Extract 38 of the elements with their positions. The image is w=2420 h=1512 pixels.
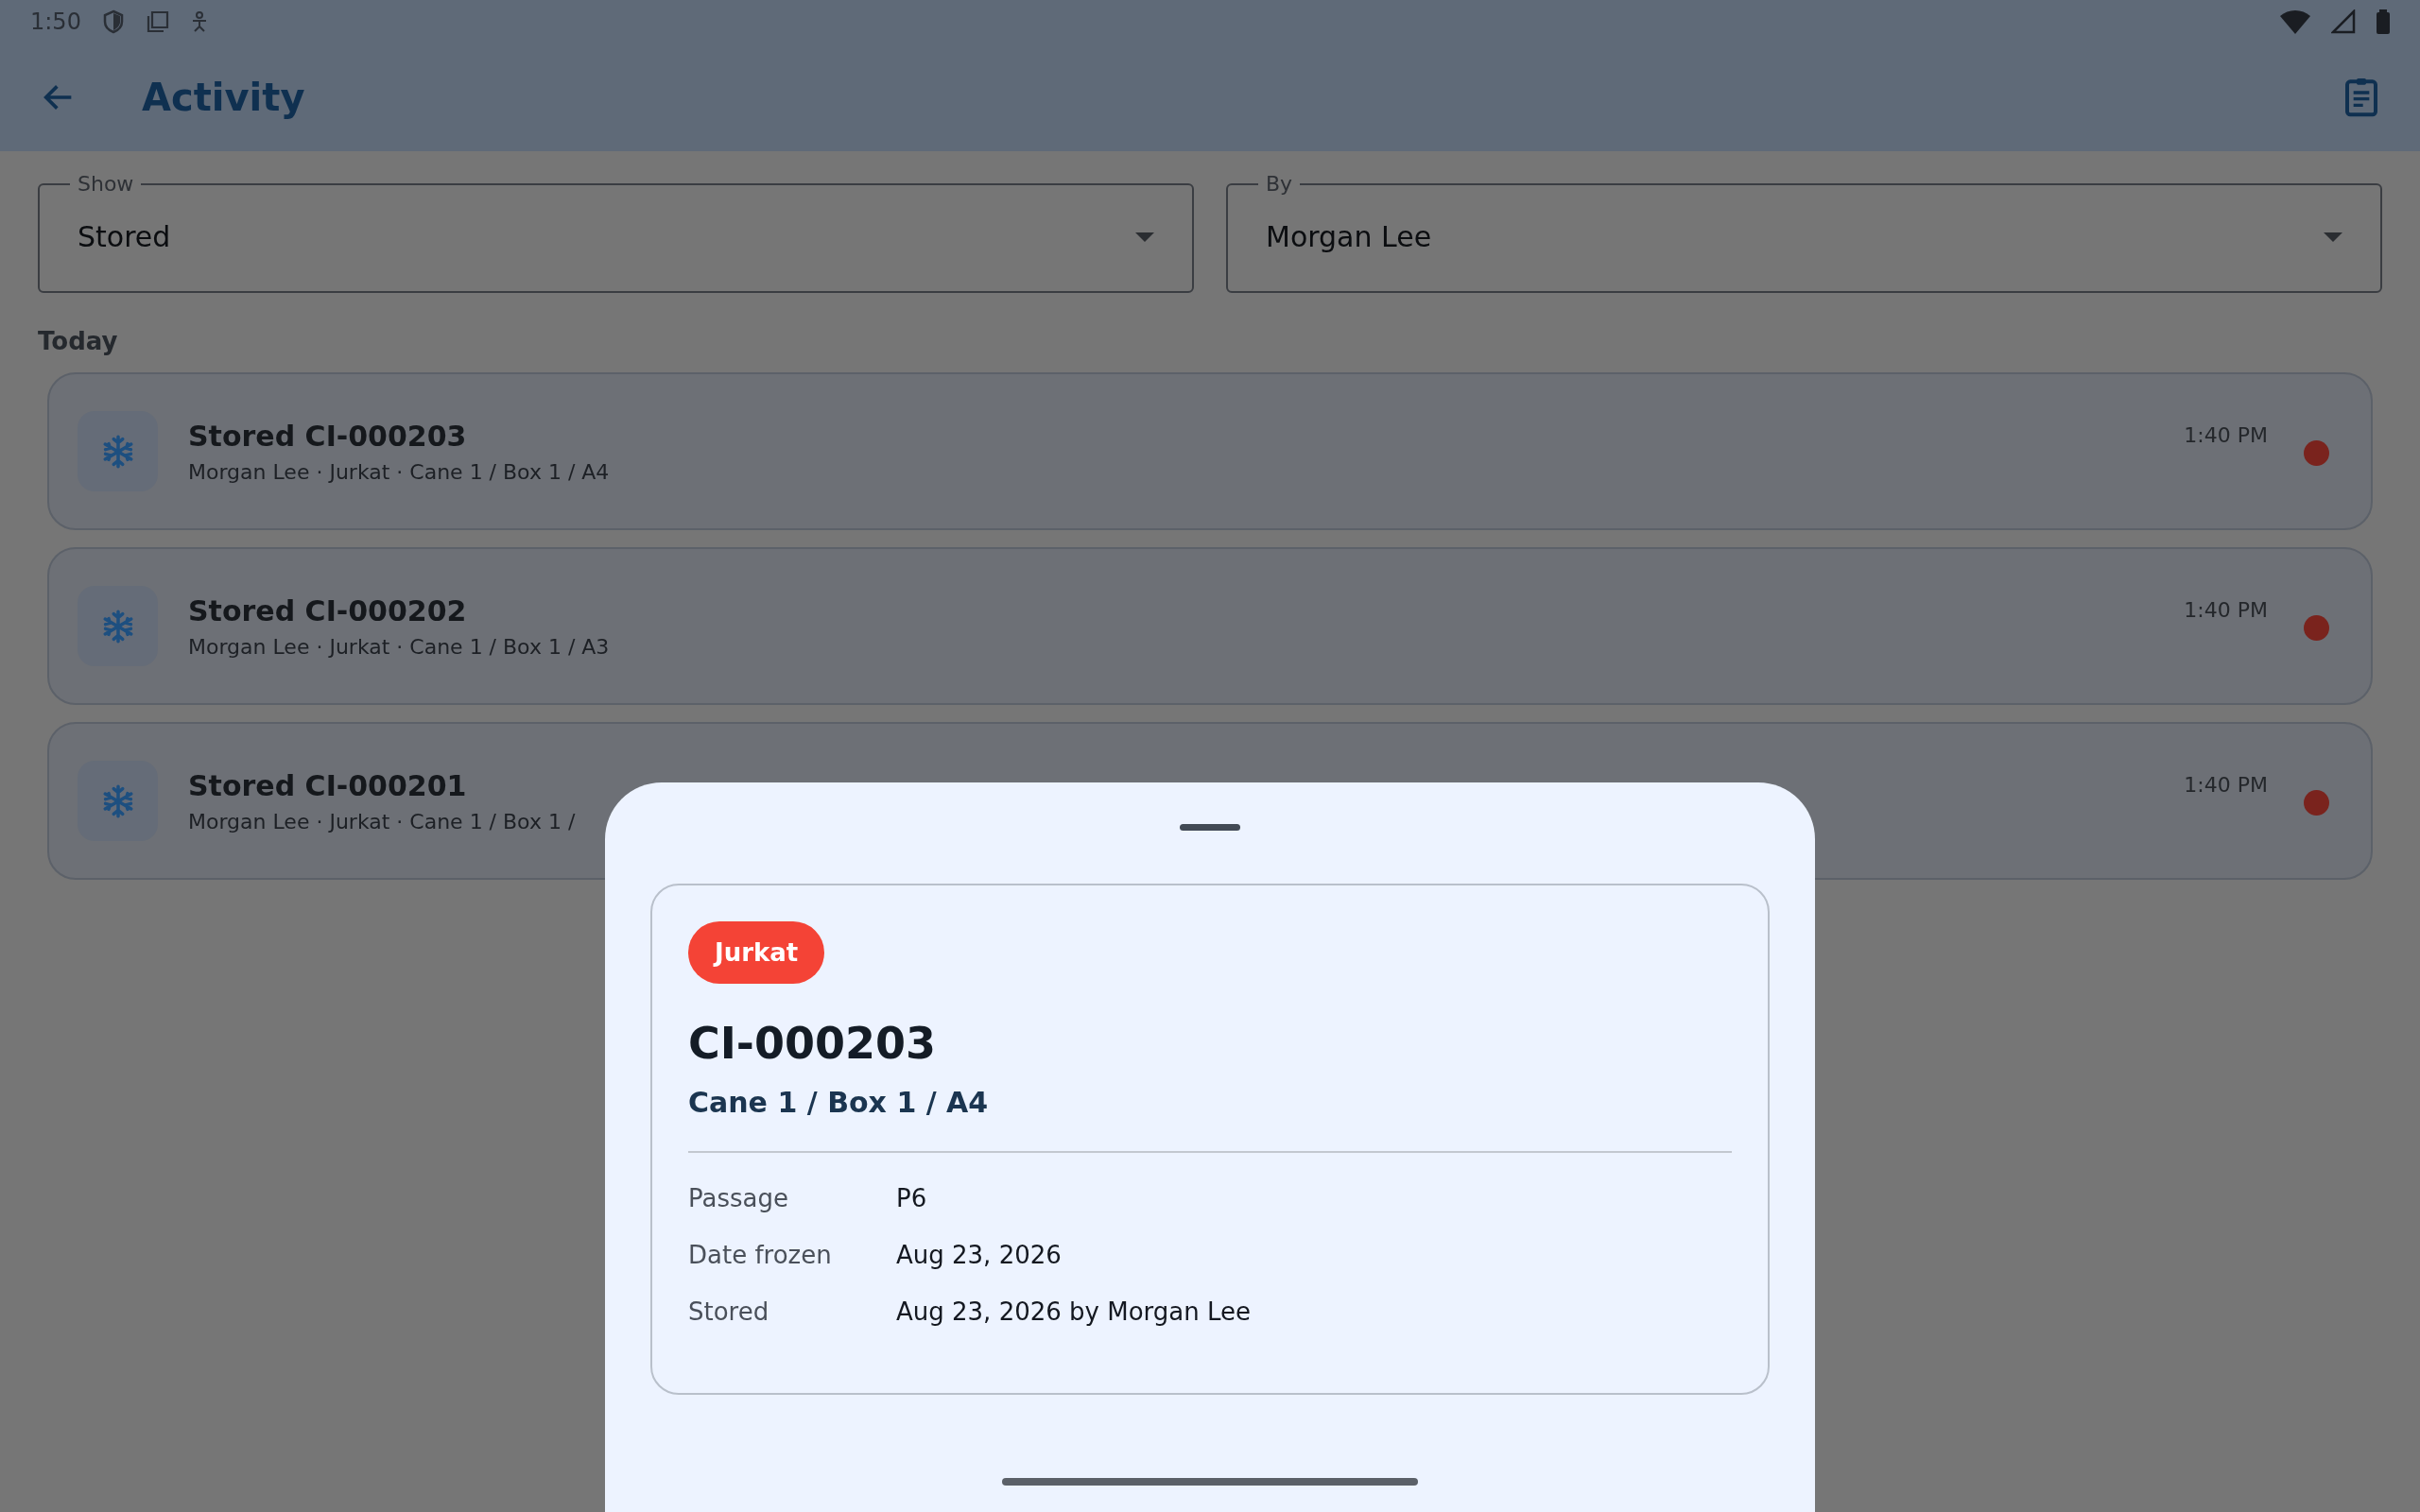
accessibility-icon [190, 9, 208, 33]
detail-value: P6 [896, 1184, 927, 1212]
detail-label: Date frozen [688, 1241, 833, 1269]
navigation-handle[interactable] [1002, 1478, 1418, 1486]
detail-value: Aug 23, 2026 by Morgan Lee [896, 1297, 1251, 1326]
field-label: By [1265, 172, 1294, 196]
detail-label: Passage [688, 1184, 789, 1212]
page-title: Activity [142, 75, 305, 119]
activity-details: Morgan Lee · Jurkat · Cane 1 / Box 1 / A4 [188, 459, 610, 484]
activity-time: 1:40 PM [2184, 423, 2268, 447]
clipboard-icon [2342, 76, 2380, 118]
signal-icon [2331, 9, 2356, 34]
battery-icon [2377, 9, 2390, 34]
dropdown-value: Stored [78, 220, 171, 253]
sample-id: CI-000203 [688, 1018, 937, 1069]
activity-title: Stored CI-000203 [188, 419, 467, 453]
detail-value: Aug 23, 2026 [896, 1241, 1062, 1269]
activity-details: Morgan Lee · Jurkat · Cane 1 / Box 1 / [188, 809, 576, 833]
status-time: 1:50 [30, 8, 81, 35]
shield-icon [101, 9, 125, 34]
activity-card[interactable]: Stored CI-000202 Morgan Lee · Jurkat · Cane 1 / Box 1 / A3 1:40 PM [47, 547, 2373, 705]
wifi-icon [2280, 9, 2310, 34]
section-heading: Today [37, 326, 119, 357]
activity-time: 1:40 PM [2184, 773, 2268, 797]
activity-time: 1:40 PM [2184, 598, 2268, 622]
field-label: Show [77, 172, 135, 196]
activity-title: Stored CI-000201 [188, 768, 467, 802]
detail-label: Stored [688, 1297, 770, 1326]
drag-handle[interactable] [1180, 824, 1240, 831]
dropdown-value: Morgan Lee [1266, 220, 1432, 253]
activity-card[interactable]: Stored CI-000203 Morgan Lee · Jurkat · Cane 1 / Box 1 / A4 1:40 PM [47, 372, 2373, 530]
sample-location: Cane 1 / Box 1 / A4 [688, 1086, 990, 1119]
activity-details: Morgan Lee · Jurkat · Cane 1 / Box 1 / A3 [188, 634, 610, 659]
dropdown-caret-icon [1135, 232, 1154, 242]
cell-line-tag: Jurkat [688, 921, 825, 984]
copy-icon [145, 9, 170, 34]
activity-title: Stored CI-000202 [188, 593, 467, 627]
dropdown-caret-icon [2324, 232, 2342, 242]
